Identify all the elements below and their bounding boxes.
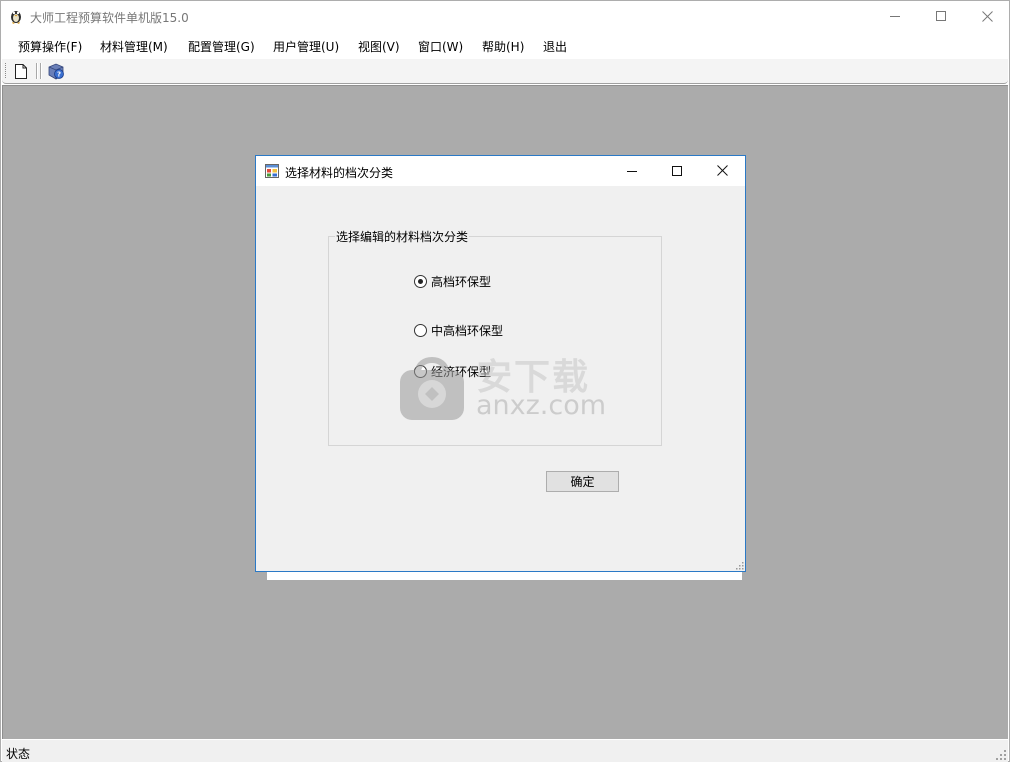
radio-label: 中高档环保型: [431, 324, 504, 338]
groupbox-label: 选择编辑的材料档次分类: [335, 228, 470, 245]
menu-view[interactable]: 视图(V): [358, 38, 400, 55]
close-icon: [716, 165, 728, 176]
new-document-button[interactable]: [12, 62, 30, 80]
radio-label: 高档环保型: [431, 275, 492, 289]
dialog-underlay: [267, 571, 742, 580]
radio-label: 经济环保型: [431, 365, 492, 379]
radio-economy-grade[interactable]: 经济环保型: [414, 363, 491, 380]
status-bar: 状态: [2, 740, 1008, 762]
app-titlebar: 大师工程预算软件单机版15.0: [1, 1, 1009, 32]
maximize-icon: [936, 11, 946, 21]
radio-mid-high-grade[interactable]: 中高档环保型: [414, 322, 503, 339]
svg-text:?: ?: [57, 70, 61, 78]
dialog-close-button[interactable]: [699, 156, 745, 185]
resize-grip-icon[interactable]: [996, 750, 1006, 760]
help-button[interactable]: ?: [47, 62, 65, 80]
minimize-icon: [627, 170, 637, 172]
dialog-minimize-button[interactable]: [609, 156, 655, 185]
status-text: 状态: [6, 747, 31, 761]
menu-bar: 预算操作(F) 材料管理(M) 配置管理(G) 用户管理(U) 视图(V) 窗口…: [1, 32, 1009, 58]
menu-exit[interactable]: 退出: [543, 38, 567, 55]
toolbar: ?: [2, 59, 1008, 84]
ok-button[interactable]: 确定: [546, 471, 619, 492]
minimize-button[interactable]: [872, 1, 918, 31]
minimize-icon: [890, 16, 900, 17]
menu-user-management[interactable]: 用户管理(U): [273, 38, 339, 55]
menu-budget-operations[interactable]: 预算操作(F): [18, 38, 82, 55]
menu-window[interactable]: 窗口(W): [418, 38, 463, 55]
radio-selected-indicator[interactable]: [414, 275, 427, 288]
radio-high-grade[interactable]: 高档环保型: [414, 273, 491, 290]
toolbar-grip[interactable]: [5, 63, 8, 78]
toolbar-separator: [40, 63, 42, 79]
material-grade-dialog: 选择材料的档次分类 选择编辑的材料档次分类 高档环保型 中高档环保型 经济环保型…: [255, 155, 746, 572]
close-button[interactable]: [964, 1, 1010, 31]
menu-config-management[interactable]: 配置管理(G): [188, 38, 255, 55]
new-document-icon: [15, 63, 27, 79]
resize-grip-icon[interactable]: [735, 561, 744, 570]
dialog-title: 选择材料的档次分类: [285, 166, 394, 180]
maximize-icon: [672, 165, 682, 176]
app-title: 大师工程预算软件单机版15.0: [30, 11, 189, 25]
toolbar-separator: [36, 63, 38, 79]
grade-groupbox: 选择编辑的材料档次分类: [328, 228, 662, 446]
radio-indicator[interactable]: [414, 365, 427, 378]
dialog-titlebar[interactable]: 选择材料的档次分类: [256, 156, 745, 186]
radio-indicator[interactable]: [414, 324, 427, 337]
maximize-button[interactable]: [918, 1, 964, 31]
dialog-maximize-button[interactable]: [654, 156, 700, 185]
help-icon: ?: [48, 63, 64, 79]
close-icon: [981, 10, 993, 22]
form-icon: [265, 164, 279, 178]
app-logo-icon: [9, 8, 23, 24]
menu-help[interactable]: 帮助(H): [482, 38, 524, 55]
menu-material-management[interactable]: 材料管理(M): [100, 38, 168, 55]
